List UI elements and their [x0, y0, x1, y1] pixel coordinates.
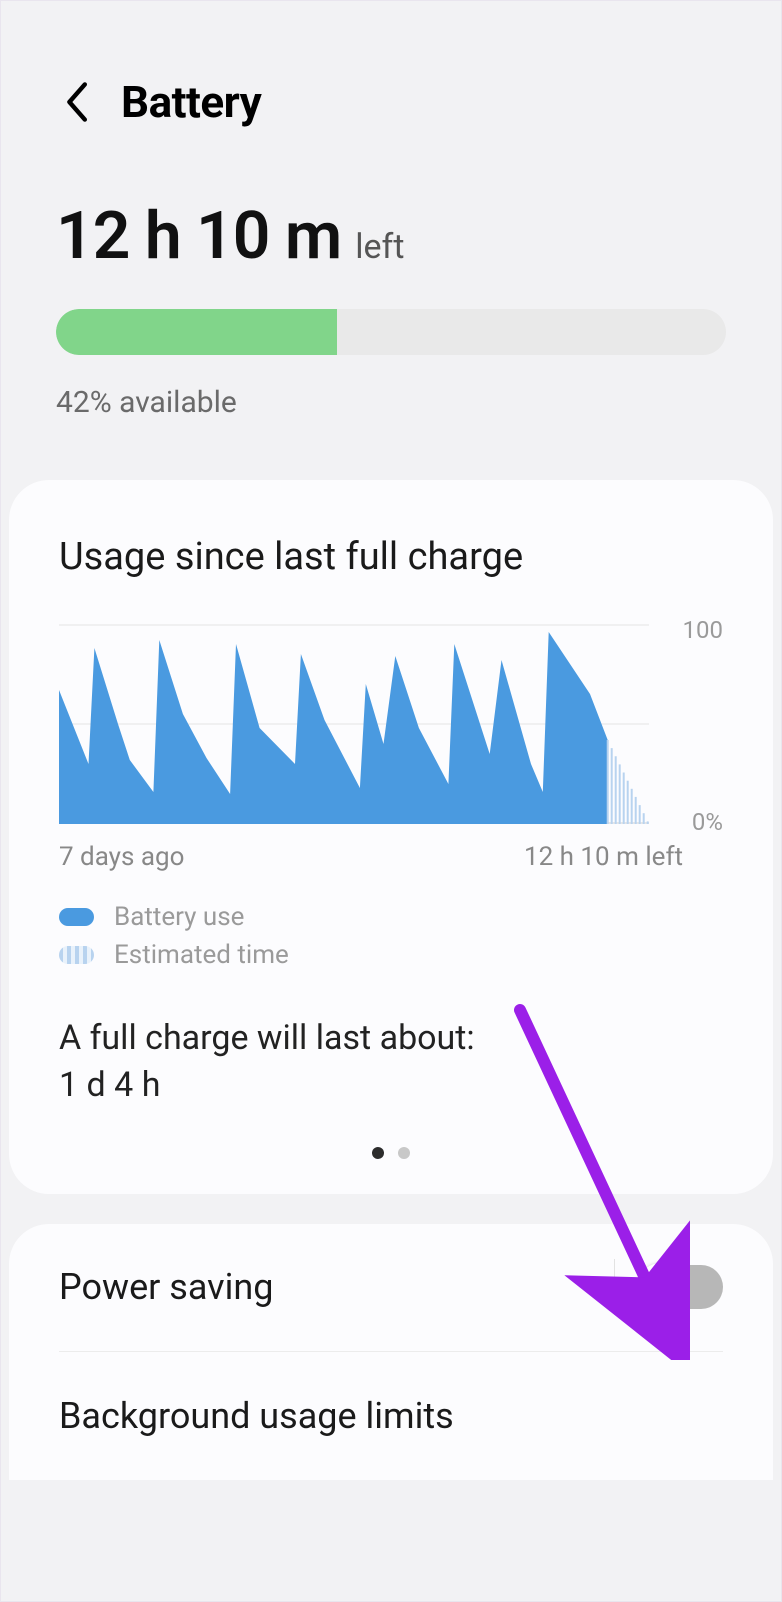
chart-legend: Battery use Estimated time — [59, 902, 723, 970]
divider-vertical — [614, 1259, 615, 1315]
page-dot-2[interactable] — [398, 1147, 410, 1159]
fullcharge-label: A full charge will last about: — [59, 1012, 723, 1065]
toggle-knob — [637, 1263, 685, 1311]
legend-estimated-time: Estimated time — [59, 940, 723, 970]
chevron-left-icon — [61, 80, 91, 124]
time-remaining-value: 12 h 10 m — [56, 198, 341, 275]
time-remaining: 12 h 10 m left — [56, 198, 726, 275]
header: Battery — [1, 1, 781, 148]
battery-available-text: 42% available — [56, 385, 726, 420]
legend-battery-use-label: Battery use — [114, 902, 244, 932]
settings-list: Power saving Background usage limits — [9, 1224, 773, 1480]
page-indicator[interactable] — [59, 1147, 723, 1159]
battery-progress-bar — [56, 309, 726, 355]
power-saving-row[interactable]: Power saving — [59, 1224, 723, 1352]
page-title: Battery — [121, 76, 261, 128]
legend-swatch-solid — [59, 908, 94, 926]
power-saving-toggle[interactable] — [639, 1265, 723, 1309]
back-button[interactable] — [61, 80, 91, 124]
chart-x-right-label: 12 h 10 m left — [524, 842, 683, 872]
chart-y-bottom-label: 0% — [692, 808, 723, 836]
background-usage-limits-row[interactable]: Background usage limits — [59, 1352, 723, 1480]
legend-estimated-time-label: Estimated time — [114, 940, 289, 970]
chart-x-left-label: 7 days ago — [59, 842, 184, 872]
chart-y-top-label: 100 — [683, 616, 723, 644]
power-saving-label: Power saving — [59, 1266, 273, 1308]
area-chart — [59, 624, 649, 824]
usage-title: Usage since last full charge — [59, 535, 723, 579]
legend-swatch-hatched — [59, 946, 94, 964]
battery-progress-fill — [56, 309, 337, 355]
battery-usage-chart: 100 0% — [59, 624, 723, 834]
fullcharge-value: 1 d 4 h — [59, 1065, 723, 1105]
legend-battery-use: Battery use — [59, 902, 723, 932]
battery-summary: 12 h 10 m left 42% available — [1, 148, 781, 480]
time-remaining-suffix: left — [355, 227, 404, 267]
chart-x-axis: 7 days ago 12 h 10 m left — [59, 834, 723, 872]
background-usage-limits-label: Background usage limits — [59, 1395, 454, 1437]
page-dot-1[interactable] — [372, 1147, 384, 1159]
usage-card[interactable]: Usage since last full charge 100 0% 7 da… — [9, 480, 773, 1194]
